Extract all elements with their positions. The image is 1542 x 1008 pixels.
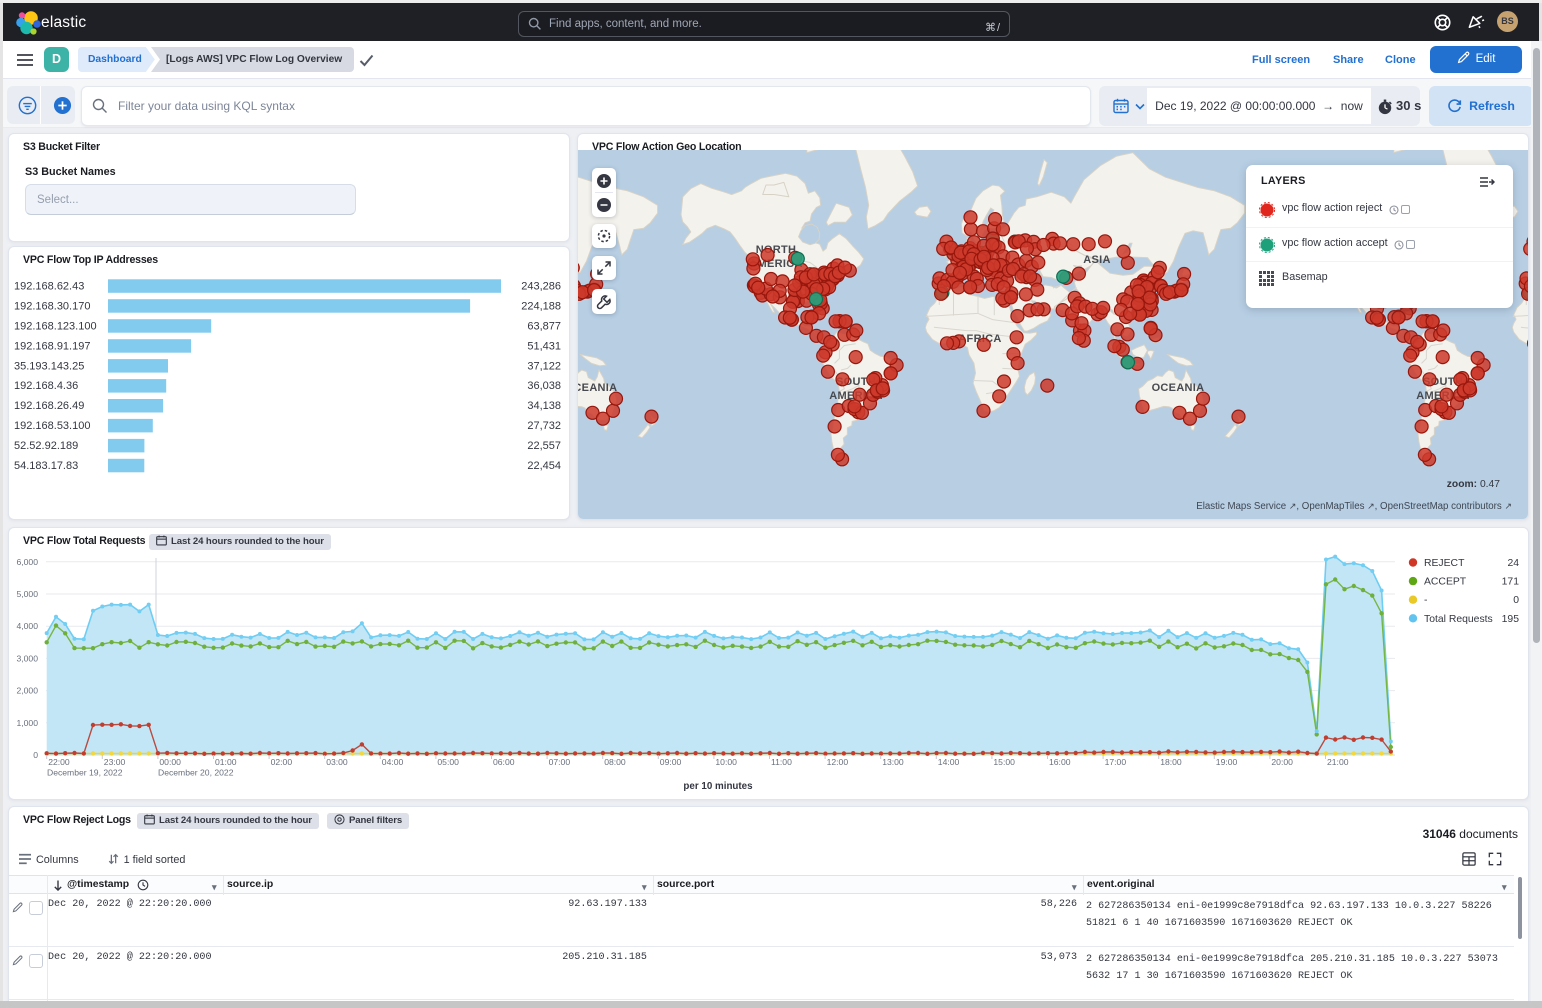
svg-text:192.168.53.100: 192.168.53.100 <box>14 420 90 432</box>
svg-text:36,038: 36,038 <box>527 380 561 392</box>
svg-text:December 19, 2022: December 19, 2022 <box>47 768 123 778</box>
svg-text:ACCEPT: ACCEPT <box>1424 577 1467 588</box>
svg-text:171: 171 <box>1502 577 1520 588</box>
svg-text:05:00: 05:00 <box>437 757 459 767</box>
svg-text:01:00: 01:00 <box>215 757 237 767</box>
svg-text:08:00: 08:00 <box>604 757 626 767</box>
svg-text:OCEANIA: OCEANIA <box>1152 382 1205 394</box>
svg-text:192.168.4.36: 192.168.4.36 <box>14 380 78 392</box>
svg-text:12:00: 12:00 <box>827 757 849 767</box>
svg-text:00:00: 00:00 <box>159 757 181 767</box>
svg-text:2,000: 2,000 <box>16 686 38 696</box>
svg-text:22,557: 22,557 <box>527 440 561 452</box>
svg-text:22:00: 22:00 <box>48 757 70 767</box>
svg-text:-: - <box>1424 595 1427 606</box>
svg-text:22,454: 22,454 <box>527 460 561 472</box>
svg-text:52.52.92.189: 52.52.92.189 <box>14 440 78 452</box>
svg-text:11:00: 11:00 <box>771 757 792 767</box>
svg-text:10:00: 10:00 <box>715 757 737 767</box>
svg-text:06:00: 06:00 <box>493 757 515 767</box>
svg-text:21:00: 21:00 <box>1327 757 1349 767</box>
svg-text:07:00: 07:00 <box>549 757 571 767</box>
svg-text:16:00: 16:00 <box>1049 757 1071 767</box>
svg-text:15:00: 15:00 <box>993 757 1015 767</box>
svg-text:09:00: 09:00 <box>660 757 682 767</box>
svg-text:27,732: 27,732 <box>527 420 561 432</box>
svg-text:0: 0 <box>1513 595 1519 606</box>
svg-text:Total Requests: Total Requests <box>1424 614 1493 625</box>
svg-text:195: 195 <box>1502 614 1520 625</box>
svg-text:3,000: 3,000 <box>16 653 38 663</box>
svg-text:13:00: 13:00 <box>882 757 904 767</box>
svg-text:1,000: 1,000 <box>16 718 38 728</box>
svg-text:192.168.62.43: 192.168.62.43 <box>14 281 84 293</box>
svg-text:192.168.123.100: 192.168.123.100 <box>14 320 97 332</box>
svg-text:REJECT: REJECT <box>1424 558 1465 569</box>
svg-text:37,122: 37,122 <box>527 360 561 372</box>
svg-text:192.168.91.197: 192.168.91.197 <box>14 340 90 352</box>
svg-text:24: 24 <box>1507 558 1519 569</box>
svg-text:December 20, 2022: December 20, 2022 <box>158 768 234 778</box>
svg-text:54.183.17.83: 54.183.17.83 <box>14 460 78 472</box>
svg-text:4,000: 4,000 <box>16 621 38 631</box>
svg-text:35.193.143.25: 35.193.143.25 <box>14 360 84 372</box>
svg-text:63,877: 63,877 <box>527 320 561 332</box>
svg-text:0: 0 <box>33 750 38 760</box>
svg-text:19:00: 19:00 <box>1216 757 1238 767</box>
svg-text:18:00: 18:00 <box>1160 757 1182 767</box>
svg-text:51,431: 51,431 <box>527 340 561 352</box>
svg-text:03:00: 03:00 <box>326 757 348 767</box>
svg-text:6,000: 6,000 <box>16 557 38 567</box>
svg-text:5,000: 5,000 <box>16 589 38 599</box>
svg-text:17:00: 17:00 <box>1105 757 1127 767</box>
svg-text:23:00: 23:00 <box>104 757 126 767</box>
svg-text:14:00: 14:00 <box>938 757 960 767</box>
svg-text:OCEANIA: OCEANIA <box>578 382 617 394</box>
svg-text:224,188: 224,188 <box>521 300 561 312</box>
svg-text:192.168.26.49: 192.168.26.49 <box>14 400 84 412</box>
svg-text:34,138: 34,138 <box>527 400 561 412</box>
svg-text:per 10 minutes: per 10 minutes <box>683 781 753 792</box>
svg-text:02:00: 02:00 <box>271 757 293 767</box>
svg-text:ASIA: ASIA <box>1083 254 1110 266</box>
svg-text:20:00: 20:00 <box>1271 757 1293 767</box>
svg-text:243,286: 243,286 <box>521 281 561 293</box>
svg-text:192.168.30.170: 192.168.30.170 <box>14 300 90 312</box>
svg-text:04:00: 04:00 <box>382 757 404 767</box>
